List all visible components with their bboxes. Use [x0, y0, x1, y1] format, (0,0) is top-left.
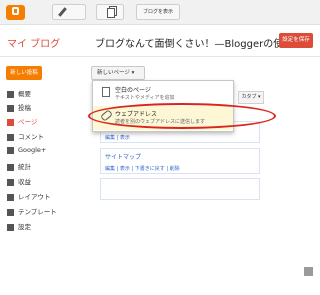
- blog-title: ブログなんて面倒くさい！—Bloggerの使: [95, 39, 279, 50]
- copy-toolbar-button[interactable]: [96, 4, 124, 20]
- earnings-icon: [7, 178, 14, 186]
- view-blog-button[interactable]: ブログを表示: [136, 4, 180, 20]
- stats-icon: [7, 163, 14, 171]
- document-icon: [102, 87, 110, 97]
- header-divider: [0, 56, 320, 57]
- settings-icon: [7, 223, 14, 231]
- row-actions[interactable]: 編集 | 表示 | 下書きに戻す | 削除: [105, 165, 180, 172]
- page-row: サイトマップ 編集 | 表示 | 下書きに戻す | 削除: [100, 148, 260, 174]
- template-icon: [7, 208, 14, 216]
- new-post-toolbar-button[interactable]: [52, 4, 86, 20]
- sidebar-item-layout[interactable]: レイアウト: [7, 191, 51, 203]
- new-post-button[interactable]: 新しい投稿: [6, 66, 42, 80]
- sidebar-item-settings[interactable]: 設定: [7, 221, 31, 233]
- google-plus-icon: [7, 146, 14, 154]
- sidebar-item-stats[interactable]: 統計: [7, 161, 31, 173]
- sidebar-item-earnings[interactable]: 収益: [7, 176, 31, 188]
- sidebar-item-posts[interactable]: 投稿: [7, 102, 31, 114]
- tab-selector[interactable]: カタブ ▾: [238, 91, 264, 104]
- pencil-icon: [58, 7, 67, 17]
- pages-icon: [7, 118, 14, 126]
- save-settings-button[interactable]: 設定を保存: [279, 33, 313, 48]
- top-bar: ブログを表示: [0, 0, 320, 25]
- sidebar-item-pages[interactable]: ページ: [7, 116, 37, 128]
- home-icon: [7, 90, 14, 98]
- row-actions[interactable]: 編集 | 表示: [105, 134, 130, 141]
- trash-icon[interactable]: [304, 267, 313, 276]
- blogger-logo-icon[interactable]: [6, 5, 25, 20]
- new-page-button[interactable]: 新しいページ ▾: [91, 66, 145, 80]
- layout-icon: [7, 193, 14, 201]
- row-title[interactable]: サイトマップ: [105, 152, 141, 161]
- posts-icon: [7, 104, 14, 112]
- sidebar-item-overview[interactable]: 概要: [7, 88, 31, 100]
- comments-icon: [7, 133, 14, 141]
- my-blog-link[interactable]: マイ ブログ: [7, 35, 60, 50]
- sidebar-item-template[interactable]: テンプレート: [7, 206, 57, 218]
- page-row: [100, 178, 260, 200]
- sidebar-item-google-plus[interactable]: Google+: [7, 146, 46, 158]
- highlight-annotation: [88, 103, 276, 129]
- sidebar-item-comments[interactable]: コメント: [7, 131, 44, 143]
